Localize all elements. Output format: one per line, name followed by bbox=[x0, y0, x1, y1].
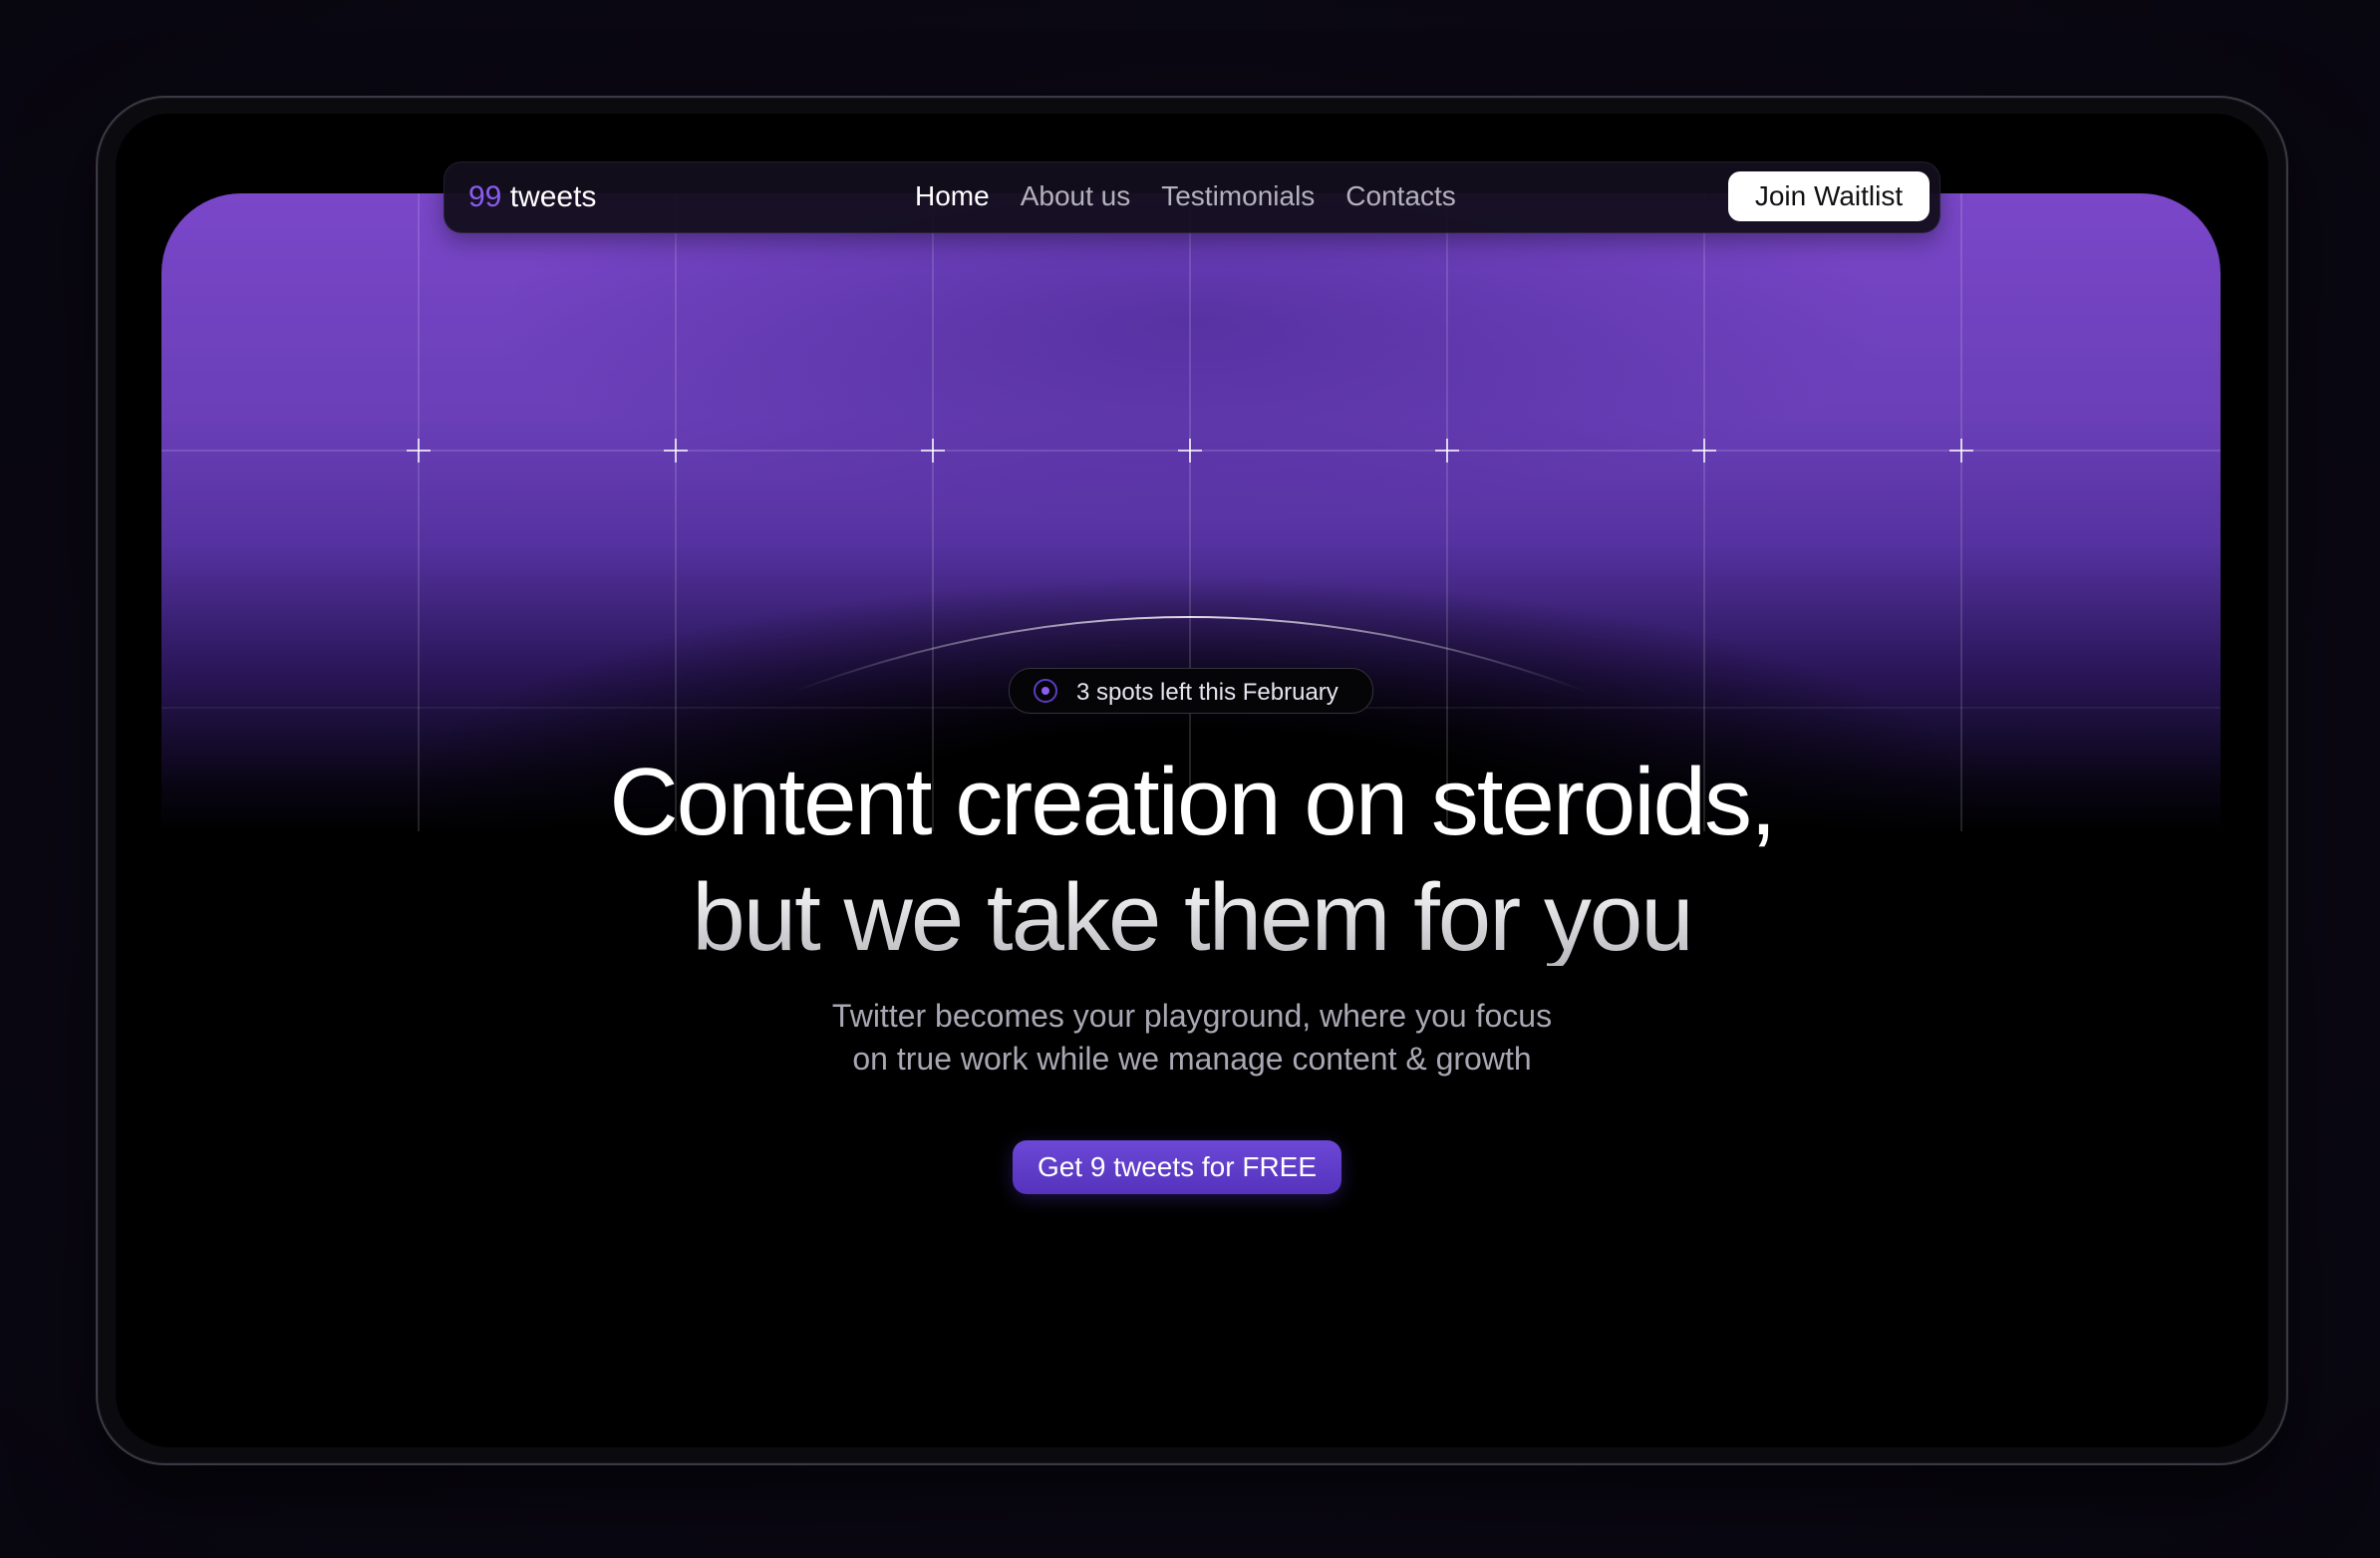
nav-links: Home About us Testimonials Contacts bbox=[915, 180, 1456, 212]
nav-link-about-us[interactable]: About us bbox=[1021, 180, 1131, 212]
availability-badge: 3 spots left this February bbox=[1009, 668, 1373, 714]
hero-subtitle-line-2: on true work while we manage content & g… bbox=[852, 1041, 1532, 1077]
nav-link-contacts[interactable]: Contacts bbox=[1345, 180, 1456, 212]
hero-headline-line-2: but we take them for you bbox=[116, 870, 2268, 966]
nav-link-testimonials[interactable]: Testimonials bbox=[1161, 180, 1315, 212]
badge-text: 3 spots left this February bbox=[1076, 679, 1339, 706]
logo-word: tweets bbox=[509, 180, 597, 213]
radio-dot-icon bbox=[1034, 679, 1057, 703]
get-free-tweets-button[interactable]: Get 9 tweets for FREE bbox=[1013, 1140, 1341, 1194]
device-frame: 99 tweets Home About us Testimonials Con… bbox=[96, 96, 2288, 1465]
top-navigation-bar: 99 tweets Home About us Testimonials Con… bbox=[444, 161, 1940, 233]
logo-number: 99 bbox=[468, 180, 502, 213]
hero-subtitle-line-1: Twitter becomes your playground, where y… bbox=[831, 998, 1553, 1034]
browser-screen: 99 tweets Home About us Testimonials Con… bbox=[116, 114, 2268, 1447]
logo[interactable]: 99 tweets bbox=[468, 180, 596, 214]
nav-link-home[interactable]: Home bbox=[915, 180, 990, 212]
hero-headline-line-1: Content creation on steroids, bbox=[609, 749, 1776, 855]
join-waitlist-button[interactable]: Join Waitlist bbox=[1728, 171, 1930, 221]
